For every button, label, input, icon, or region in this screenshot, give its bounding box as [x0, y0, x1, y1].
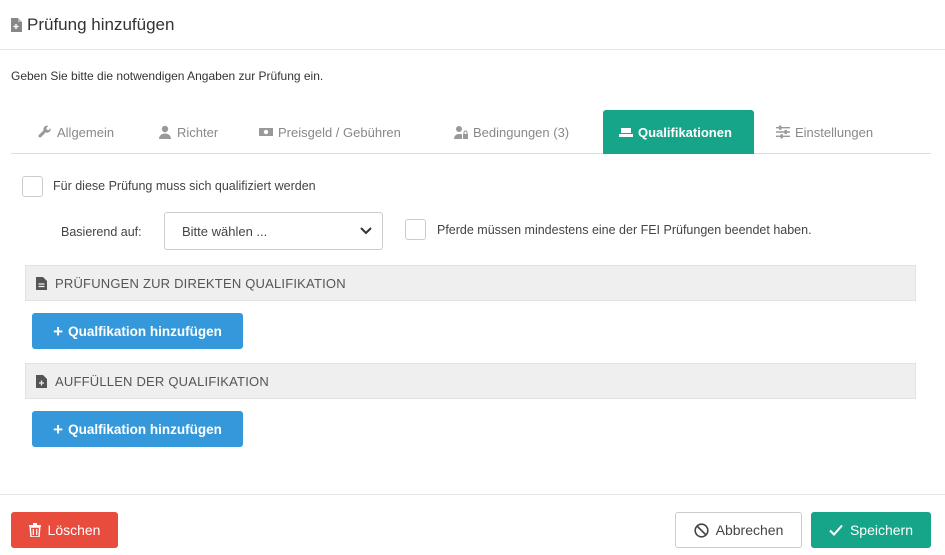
button-label: Löschen [47, 522, 101, 538]
add-fill-qualification-button[interactable]: + Qualfikation hinzufügen [32, 411, 243, 447]
qualification-icon [619, 128, 633, 137]
button-label: Qualfikation hinzufügen [68, 421, 222, 437]
section-title: PRÜFUNGEN ZUR DIREKTEN QUALIFIKATION [55, 275, 346, 291]
intro-text: Geben Sie bitte die notwendigen Angaben … [11, 69, 324, 83]
must-qualify-checkbox[interactable] [22, 176, 43, 197]
based-on-label: Basierend auf: [61, 225, 142, 239]
tab-label: Richter [177, 124, 219, 140]
cancel-button[interactable]: Abbrechen [675, 512, 802, 548]
document-icon [36, 276, 47, 290]
based-on-select[interactable]: Bitte wählen ... [164, 212, 383, 250]
tab-label: Bedingungen (3) [473, 124, 570, 140]
button-label: Qualfikation hinzufügen [68, 323, 222, 339]
modal-footer: Löschen Abbrechen Speichern [0, 494, 945, 555]
button-label: Speichern [849, 522, 914, 538]
section-direct-qualification: PRÜFUNGEN ZUR DIREKTEN QUALIFIKATION [25, 265, 916, 301]
fei-checkbox[interactable] [405, 219, 426, 240]
tab-label: Einstellungen [795, 124, 874, 140]
tab-label: Preisgeld / Gebühren [278, 124, 401, 140]
check-icon [829, 524, 843, 536]
tab-richter[interactable]: Richter [158, 110, 218, 154]
tab-einstellungen[interactable]: Einstellungen [776, 110, 873, 154]
modal-title: Prüfung hinzufügen [27, 14, 175, 34]
tab-allgemein[interactable]: Allgemein [38, 110, 114, 154]
modal-header: Prüfung hinzufügen [0, 0, 945, 50]
plus-icon: + [53, 419, 64, 439]
section-title: AUFFÜLLEN DER QUALIFIKATION [55, 373, 269, 389]
tab-qualifikationen[interactable]: Qualifikationen [603, 110, 754, 154]
button-label: Abbrechen [715, 522, 784, 538]
user-lock-icon [454, 126, 468, 139]
tab-label: Qualifikationen [638, 124, 732, 140]
add-direct-qualification-button[interactable]: + Qualfikation hinzufügen [32, 313, 243, 349]
delete-button[interactable]: Löschen [11, 512, 118, 548]
document-add-icon [11, 17, 22, 32]
save-button[interactable]: Speichern [811, 512, 931, 548]
ban-icon [694, 522, 709, 538]
trash-icon [28, 523, 41, 537]
based-on-value: Bitte wählen ... [182, 223, 268, 239]
user-icon [159, 125, 171, 139]
must-qualify-label: Für diese Prüfung muss sich qualifiziert… [53, 179, 316, 193]
tab-bar: Allgemein Richter Preisgeld / Gebühren B… [11, 110, 931, 154]
chevron-down-icon [360, 227, 372, 235]
tab-bedingungen[interactable]: Bedingungen (3) [454, 110, 569, 154]
fei-label: Pferde müssen mindestens eine der FEI Pr… [437, 223, 812, 237]
tab-label: Allgemein [57, 124, 115, 140]
sliders-icon [776, 125, 790, 139]
section-fill-qualification: AUFFÜLLEN DER QUALIFIKATION [25, 363, 916, 399]
plus-icon: + [53, 321, 64, 341]
tab-preisgeld[interactable]: Preisgeld / Gebühren [259, 110, 401, 154]
wrench-icon [38, 125, 51, 138]
document-add-icon [36, 374, 47, 388]
money-icon [259, 128, 273, 136]
